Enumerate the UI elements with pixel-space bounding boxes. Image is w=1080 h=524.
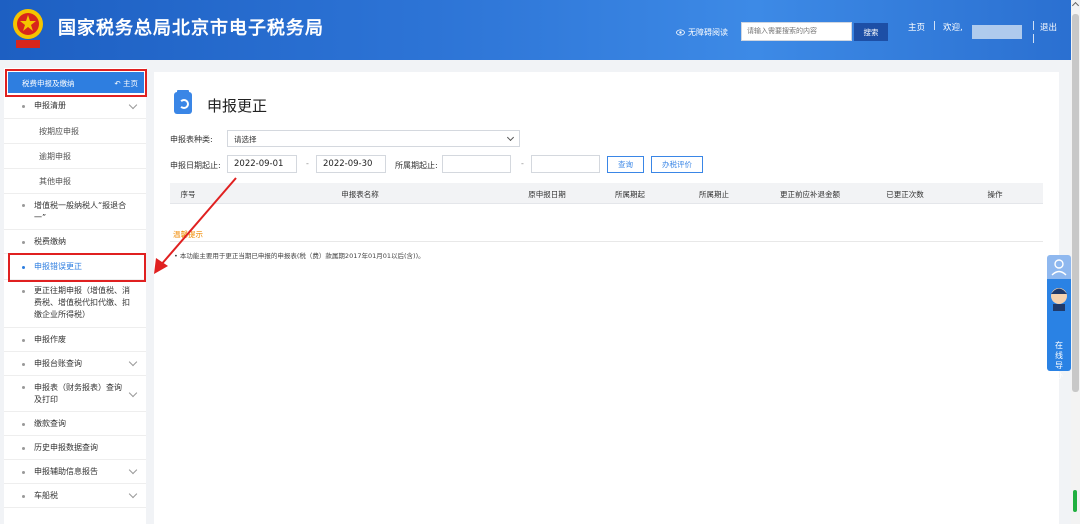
period-end-input[interactable]	[531, 155, 600, 173]
period-start-input[interactable]	[442, 155, 511, 173]
site-title: 国家税务总局北京市电子税务局	[58, 18, 324, 39]
bullet-icon	[22, 447, 25, 450]
results-table-header: 序号 申报表名称 原申报日期 所属期起 所属期止 更正前应补退金额 已更正次数 …	[170, 183, 1043, 204]
logout-link[interactable]: 退出	[1040, 21, 1057, 33]
bullet-icon	[22, 386, 25, 389]
sidebar-item-declaration-list[interactable]: 申报清册	[4, 94, 146, 119]
highlight-box	[8, 253, 146, 282]
header-separator: |	[933, 21, 937, 31]
sidebar-item-ledger[interactable]: 申报台账查询	[4, 352, 146, 376]
sidebar-subitem-overdue[interactable]: 逾期申报	[4, 144, 146, 169]
table-header-cell: 原申报日期	[528, 190, 566, 199]
accessibility-link[interactable]: 无障碍阅读	[676, 27, 728, 38]
sidebar-item-label: 申报表（财务报表）查询及打印	[34, 383, 122, 404]
sidebar-item-label: 车船税	[34, 491, 58, 500]
main-panel: 申报更正 申报表种类: 请选择 申报日期起止: 2022-09-01 - 202…	[154, 72, 1059, 524]
bullet-icon	[22, 471, 25, 474]
period-dash: -	[521, 159, 524, 168]
sidebar-item-label: 历史申报数据查询	[34, 443, 98, 452]
sidebar-item-payment-query[interactable]: 缴款查询	[4, 412, 146, 436]
annotation-arrow-icon	[154, 177, 237, 274]
sidebar-item-tax-payment[interactable]: 税费缴纳	[4, 230, 146, 254]
online-guide-label: 在线导办	[1055, 341, 1063, 380]
user-service-icon	[1047, 255, 1071, 279]
welcome-text: 欢迎,	[943, 23, 963, 33]
service-avatar-icon	[1051, 288, 1067, 311]
sidebar-item-label: 税费缴纳	[34, 237, 66, 246]
sidebar-item-label: 增值税一般纳税人“报退合一”	[34, 201, 127, 222]
search-input[interactable]	[741, 22, 852, 41]
sidebar-item-label: 申报台账查询	[34, 359, 82, 368]
highlight-box	[5, 69, 147, 97]
accessibility-label: 无障碍阅读	[688, 28, 728, 37]
evaluate-button[interactable]: 办税评价	[651, 156, 703, 173]
table-header-cell: 已更正次数	[886, 190, 924, 199]
date-dash: -	[306, 159, 309, 168]
table-header-cell: 申报表名称	[341, 190, 379, 199]
sidebar-subitem-other[interactable]: 其他申报	[4, 169, 146, 194]
bullet-icon	[22, 290, 25, 293]
national-emblem-icon	[13, 9, 43, 48]
bullet-icon	[22, 241, 25, 244]
guide-panel: 在线导办	[1047, 279, 1071, 380]
table-header-cell: 更正前应补退金额	[780, 190, 840, 199]
eye-icon	[676, 29, 685, 36]
date-end-input[interactable]: 2022-09-30	[316, 155, 386, 173]
sidebar-item-label: 申报清册	[34, 101, 66, 110]
period-range-label: 所属期起止:	[395, 161, 438, 170]
query-button[interactable]: 查询	[607, 156, 644, 173]
bullet-icon	[22, 363, 25, 366]
sidebar-item-void[interactable]: 申报作废	[4, 328, 146, 352]
header-separator: |	[1032, 21, 1036, 31]
status-indicator	[1073, 490, 1077, 512]
sidebar-item-label: 按期应申报	[39, 127, 79, 136]
sidebar-item-label: 其他申报	[39, 177, 71, 186]
bullet-icon	[22, 423, 25, 426]
online-guide-widget[interactable]: 在线导办	[1047, 255, 1071, 380]
header-separator: |	[1032, 34, 1036, 44]
sidebar-item-label: 申报作废	[34, 335, 66, 344]
search-button[interactable]: 搜索	[854, 23, 888, 41]
bullet-icon	[22, 495, 25, 498]
form-type-select[interactable]: 请选择	[227, 130, 520, 147]
sidebar-item-history[interactable]: 历史申报数据查询	[4, 436, 146, 460]
divider	[170, 241, 1043, 242]
sidebar-item-vehicle-tax[interactable]: 车船税	[4, 484, 146, 508]
bullet-icon	[22, 204, 25, 207]
sidebar-item-past-correction[interactable]: 更正往期申报（增值税、消费税、增值税代扣代缴、扣缴企业所得税）	[4, 280, 146, 328]
sidebar-item-report-query[interactable]: 申报表（财务报表）查询及打印	[4, 376, 146, 412]
clipboard-refresh-icon	[174, 90, 192, 114]
sidebar-item-label: 申报辅助信息报告	[34, 467, 98, 476]
sidebar-item-vat-general[interactable]: 增值税一般纳税人“报退合一”	[4, 194, 146, 230]
page-title: 申报更正	[207, 97, 268, 115]
sidebar-item-label: 更正往期申报（增值税、消费税、增值税代扣代缴、扣缴企业所得税）	[34, 286, 130, 319]
sidebar-item-aux-report[interactable]: 申报辅助信息报告	[4, 460, 146, 484]
chevron-down-icon	[506, 133, 515, 142]
table-header-cell: 操作	[987, 190, 1003, 199]
chevron-down-icon	[128, 388, 138, 398]
table-header-cell: 所属期止	[699, 190, 729, 199]
form-type-value: 请选择	[234, 135, 257, 144]
redacted-username	[972, 25, 1022, 39]
bullet-icon	[22, 105, 25, 108]
sidebar: 税费申报及缴纳 ↶ 主页 申报清册 按期应申报 逾期申报 其他申报 增值税一般纳…	[4, 68, 146, 524]
top-header: 国家税务总局北京市电子税务局 无障碍阅读 搜索 主页 | 欢迎, | | 退出	[0, 0, 1080, 60]
table-header-cell: 所属期起	[615, 190, 645, 199]
bullet-icon	[22, 339, 25, 342]
sidebar-item-label: 逾期申报	[39, 152, 71, 161]
sidebar-item-label: 缴款查询	[34, 419, 66, 428]
header-home-link[interactable]: 主页	[908, 21, 925, 33]
form-type-label: 申报表种类:	[170, 135, 213, 144]
scrollbar-thumb[interactable]	[1072, 14, 1079, 392]
sidebar-subitem-due[interactable]: 按期应申报	[4, 119, 146, 144]
